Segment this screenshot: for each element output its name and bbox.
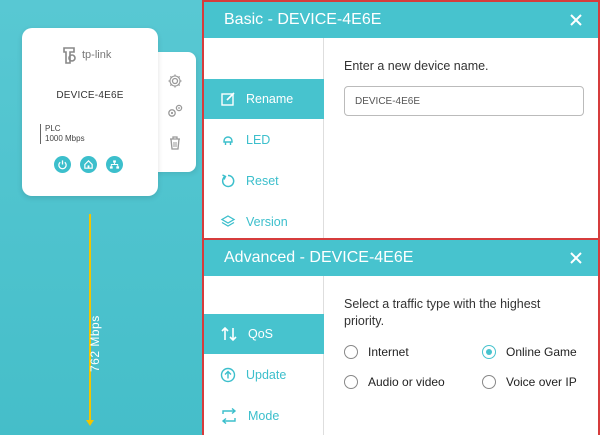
link-rate-label: 762 Mbps — [88, 315, 102, 372]
bulb-icon — [223, 136, 233, 145]
basic-panel-title: Basic - DEVICE-4E6E — [224, 11, 382, 28]
tplink-logo-icon — [63, 47, 76, 64]
nav-led-label: LED — [246, 133, 271, 147]
plc-info: PLC 1000 Mbps — [40, 124, 85, 144]
plc-label: PLC — [45, 124, 61, 133]
nav-rename[interactable]: Rename — [204, 79, 324, 119]
advanced-panel-header: Advanced - DEVICE-4E6E — [204, 240, 598, 276]
settings-icon[interactable] — [166, 72, 184, 90]
nav-mode[interactable]: Mode — [204, 396, 324, 435]
nav-qos-label: QoS — [248, 327, 274, 341]
basic-nav: Rename LED Reset Version — [204, 38, 324, 240]
brand-text: tp-link — [82, 49, 112, 61]
rename-content: Enter a new device name. — [324, 38, 598, 240]
plc-speed: 1000 Mbps — [45, 134, 85, 143]
power-icon — [54, 156, 71, 173]
radio-internet-label: Internet — [368, 345, 409, 359]
nav-update-label: Update — [246, 368, 287, 382]
basic-panel-header: Basic - DEVICE-4E6E — [204, 2, 598, 38]
nav-qos[interactable]: QoS — [204, 314, 324, 354]
radio-audio-video[interactable]: Audio or video — [344, 375, 445, 389]
nav-reset-label: Reset — [246, 174, 279, 188]
radio-button[interactable] — [344, 345, 358, 359]
qos-prompt: Select a traffic type with the highest p… — [344, 297, 541, 328]
basic-close-icon[interactable] — [566, 10, 586, 30]
advanced-nav: QoS Update Mode — [204, 276, 324, 435]
tplink-logo: tp-link — [58, 45, 111, 65]
plc-link-arrow — [86, 420, 94, 426]
radio-button[interactable] — [482, 375, 496, 389]
edit-icon — [221, 92, 235, 106]
device-name-input[interactable] — [344, 86, 584, 116]
basic-panel: Basic - DEVICE-4E6E Rename LED Reset Ver… — [202, 0, 600, 242]
device-name-label: DEVICE-4E6E — [56, 90, 124, 101]
nav-version[interactable]: Version — [204, 202, 324, 242]
home-icon — [80, 156, 97, 173]
reset-icon — [221, 174, 235, 188]
nav-mode-label: Mode — [248, 409, 280, 423]
advanced-close-icon[interactable] — [566, 248, 586, 268]
trash-icon[interactable] — [166, 134, 184, 152]
qos-content: Select a traffic type with the highest p… — [324, 276, 598, 435]
radio-voip-label: Voice over IP — [506, 375, 577, 389]
radio-button[interactable] — [344, 375, 358, 389]
nav-update[interactable]: Update — [204, 355, 324, 395]
swap-icon — [221, 408, 237, 424]
nav-led[interactable]: LED — [204, 120, 324, 160]
radio-voip[interactable]: Voice over IP — [482, 375, 577, 389]
radio-online-game[interactable]: Online Game — [482, 345, 577, 359]
nav-reset[interactable]: Reset — [204, 161, 324, 201]
radio-internet[interactable]: Internet — [344, 345, 409, 359]
network-icon — [106, 156, 123, 173]
device-card[interactable]: tp-link DEVICE-4E6E PLC 1000 Mbps — [22, 28, 158, 196]
advanced-panel: Advanced - DEVICE-4E6E QoS Update Mode S… — [202, 238, 600, 435]
nav-version-label: Version — [246, 215, 288, 229]
advanced-settings-icon[interactable] — [166, 102, 184, 120]
radio-audio-video-label: Audio or video — [368, 375, 445, 389]
sort-icon — [221, 326, 237, 342]
upload-icon — [220, 367, 236, 383]
radio-button-checked[interactable] — [482, 345, 496, 359]
layers-icon — [220, 215, 236, 227]
rename-prompt: Enter a new device name. — [344, 59, 489, 73]
radio-online-game-label: Online Game — [506, 345, 577, 359]
nav-rename-label: Rename — [246, 92, 294, 106]
advanced-panel-title: Advanced - DEVICE-4E6E — [224, 249, 414, 266]
status-icons — [54, 156, 123, 173]
